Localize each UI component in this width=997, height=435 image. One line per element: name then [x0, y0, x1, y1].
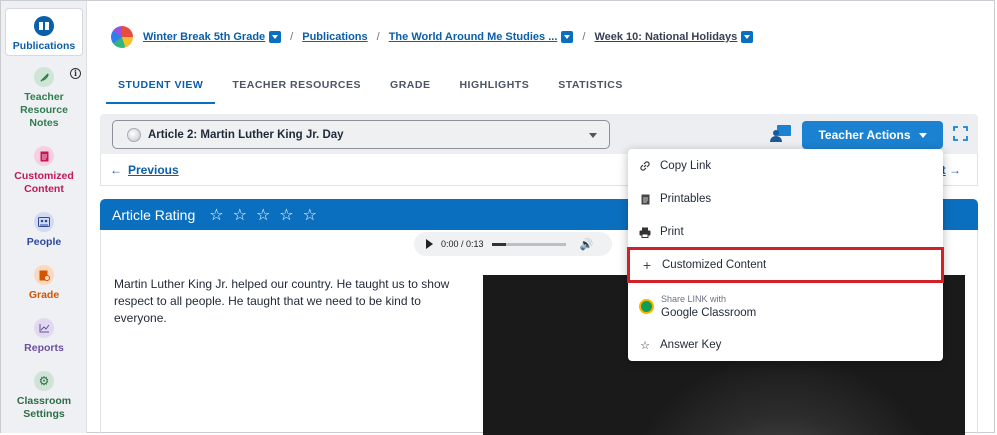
audio-progress-fill: [491, 242, 507, 246]
sidebar-item-label: Publications: [12, 40, 76, 52]
volume-icon[interactable]: 🔊: [580, 238, 594, 251]
audio-player: 0:00 / 0:13 🔊: [414, 232, 612, 256]
menu-item-label: Printables: [660, 193, 712, 205]
printer-icon: [639, 226, 651, 238]
chevron-down-icon[interactable]: [741, 31, 754, 43]
breadcrumb-separator: /: [582, 31, 586, 43]
google-classroom-label: Google Classroom: [661, 306, 757, 319]
feather-icon: [34, 67, 54, 87]
teacher-actions-menu: Copy Link Printables Print + Customized …: [627, 149, 944, 361]
play-icon[interactable]: [426, 239, 433, 249]
chevron-down-icon[interactable]: [269, 31, 282, 43]
menu-item-label: Copy Link: [660, 160, 712, 172]
menu-item-label: Customized Content: [662, 259, 767, 271]
article-select-value: Article 2: Martin Luther King Jr. Day: [148, 128, 344, 141]
document-icon: [34, 146, 54, 166]
sidebar-item-teacher-resource-notes[interactable]: Teacher Resource Notes: [5, 67, 83, 130]
sidebar-item-grade[interactable]: Grade: [5, 265, 83, 302]
sidebar-item-label: Teacher Resource Notes: [20, 91, 68, 129]
plus-icon: +: [642, 258, 652, 272]
chart-icon: [34, 318, 54, 338]
sidebar-item-label: Classroom Settings: [16, 395, 72, 420]
link-icon: [639, 160, 651, 172]
breadcrumb: Winter Break 5th Grade / Publications / …: [111, 25, 754, 49]
teacher-actions-button[interactable]: Teacher Actions: [802, 121, 943, 149]
tab-highlights[interactable]: HIGHLIGHTS: [447, 70, 541, 104]
breadcrumb-item[interactable]: The World Around Me Studies ...: [389, 31, 558, 43]
chevron-down-icon: [589, 133, 597, 138]
sidebar-item-label: Reports: [24, 342, 64, 354]
previous-label: Previous: [128, 163, 179, 177]
chevron-down-icon: [918, 132, 927, 138]
fullscreen-icon[interactable]: [953, 126, 968, 141]
audio-progress-slider[interactable]: [491, 242, 566, 246]
google-classroom-icon: [639, 298, 654, 314]
menu-item-copy-link[interactable]: Copy Link: [628, 151, 943, 181]
sidebar-item-label: Customized Content: [14, 170, 74, 195]
tab-grade[interactable]: GRADE: [378, 70, 442, 104]
menu-item-answer-key[interactable]: ☆ Answer Key: [628, 330, 943, 360]
sidebar-item-reports[interactable]: Reports: [5, 318, 83, 355]
arrow-left-icon: ←: [110, 163, 122, 177]
breadcrumb-separator: /: [290, 31, 294, 43]
menu-item-label: Answer Key: [660, 339, 722, 351]
chevron-down-icon[interactable]: [561, 31, 574, 43]
star-outline-icon: ☆: [640, 338, 650, 352]
sidebar-item-customized-content[interactable]: Customized Content: [5, 146, 83, 196]
people-icon: [34, 212, 54, 232]
menu-item-print[interactable]: Print: [628, 217, 943, 247]
tab-student-view[interactable]: STUDENT VIEW: [106, 70, 216, 104]
menu-item-google-classroom[interactable]: Share LINK with Google Classroom: [628, 286, 943, 326]
star-icon[interactable]: ☆: [303, 205, 317, 224]
star-icon[interactable]: ☆: [233, 205, 247, 224]
publication-logo-icon: [111, 26, 133, 48]
sidebar-item-label: People: [26, 236, 62, 248]
tab-statistics[interactable]: STATISTICS: [546, 70, 635, 104]
google-classroom-text: Share LINK with Google Classroom: [661, 294, 756, 319]
article-select[interactable]: Article 2: Martin Luther King Jr. Day: [112, 120, 610, 149]
article-body: Martin Luther King Jr. helped our countr…: [114, 277, 450, 325]
book-icon: [34, 16, 54, 36]
share-label: Share LINK with: [661, 293, 727, 304]
breadcrumb-item[interactable]: Winter Break 5th Grade: [143, 31, 265, 43]
article-icon: [127, 127, 141, 142]
menu-item-customized-content[interactable]: + Customized Content: [627, 247, 944, 283]
article-rating-title: Article Rating: [112, 206, 196, 223]
sidebar-item-people[interactable]: People: [5, 212, 83, 249]
breadcrumb-item[interactable]: Week 10: National Holidays: [594, 31, 737, 43]
grade-icon: [34, 265, 54, 285]
assign-student-icon[interactable]: [770, 124, 792, 142]
sidebar-item-label: Grade: [28, 289, 60, 301]
tab-teacher-resources[interactable]: TEACHER RESOURCES: [220, 70, 373, 104]
breadcrumb-item[interactable]: Publications: [302, 31, 367, 43]
sidebar-item-publications[interactable]: Publications: [5, 8, 83, 56]
sidebar-item-classroom-settings[interactable]: ⚙ Classroom Settings: [5, 371, 83, 421]
arrow-right-icon: →: [949, 163, 962, 177]
audio-time: 0:00 / 0:13: [441, 239, 484, 249]
tab-bar: STUDENT VIEW TEACHER RESOURCES GRADE HIG…: [106, 70, 640, 104]
teacher-actions-label: Teacher Actions: [818, 128, 911, 142]
menu-item-label: Print: [660, 226, 684, 238]
star-icon[interactable]: ☆: [279, 205, 293, 224]
previous-link[interactable]: ← Previous: [110, 163, 179, 177]
menu-item-printables[interactable]: Printables: [628, 184, 943, 214]
star-icon[interactable]: ☆: [256, 205, 270, 224]
document-icon: [639, 193, 651, 205]
star-icon[interactable]: ☆: [209, 205, 223, 224]
breadcrumb-separator: /: [376, 31, 380, 43]
gear-icon: ⚙: [34, 371, 54, 391]
sidebar: Publications i Teacher Resource Notes Cu…: [1, 1, 87, 433]
